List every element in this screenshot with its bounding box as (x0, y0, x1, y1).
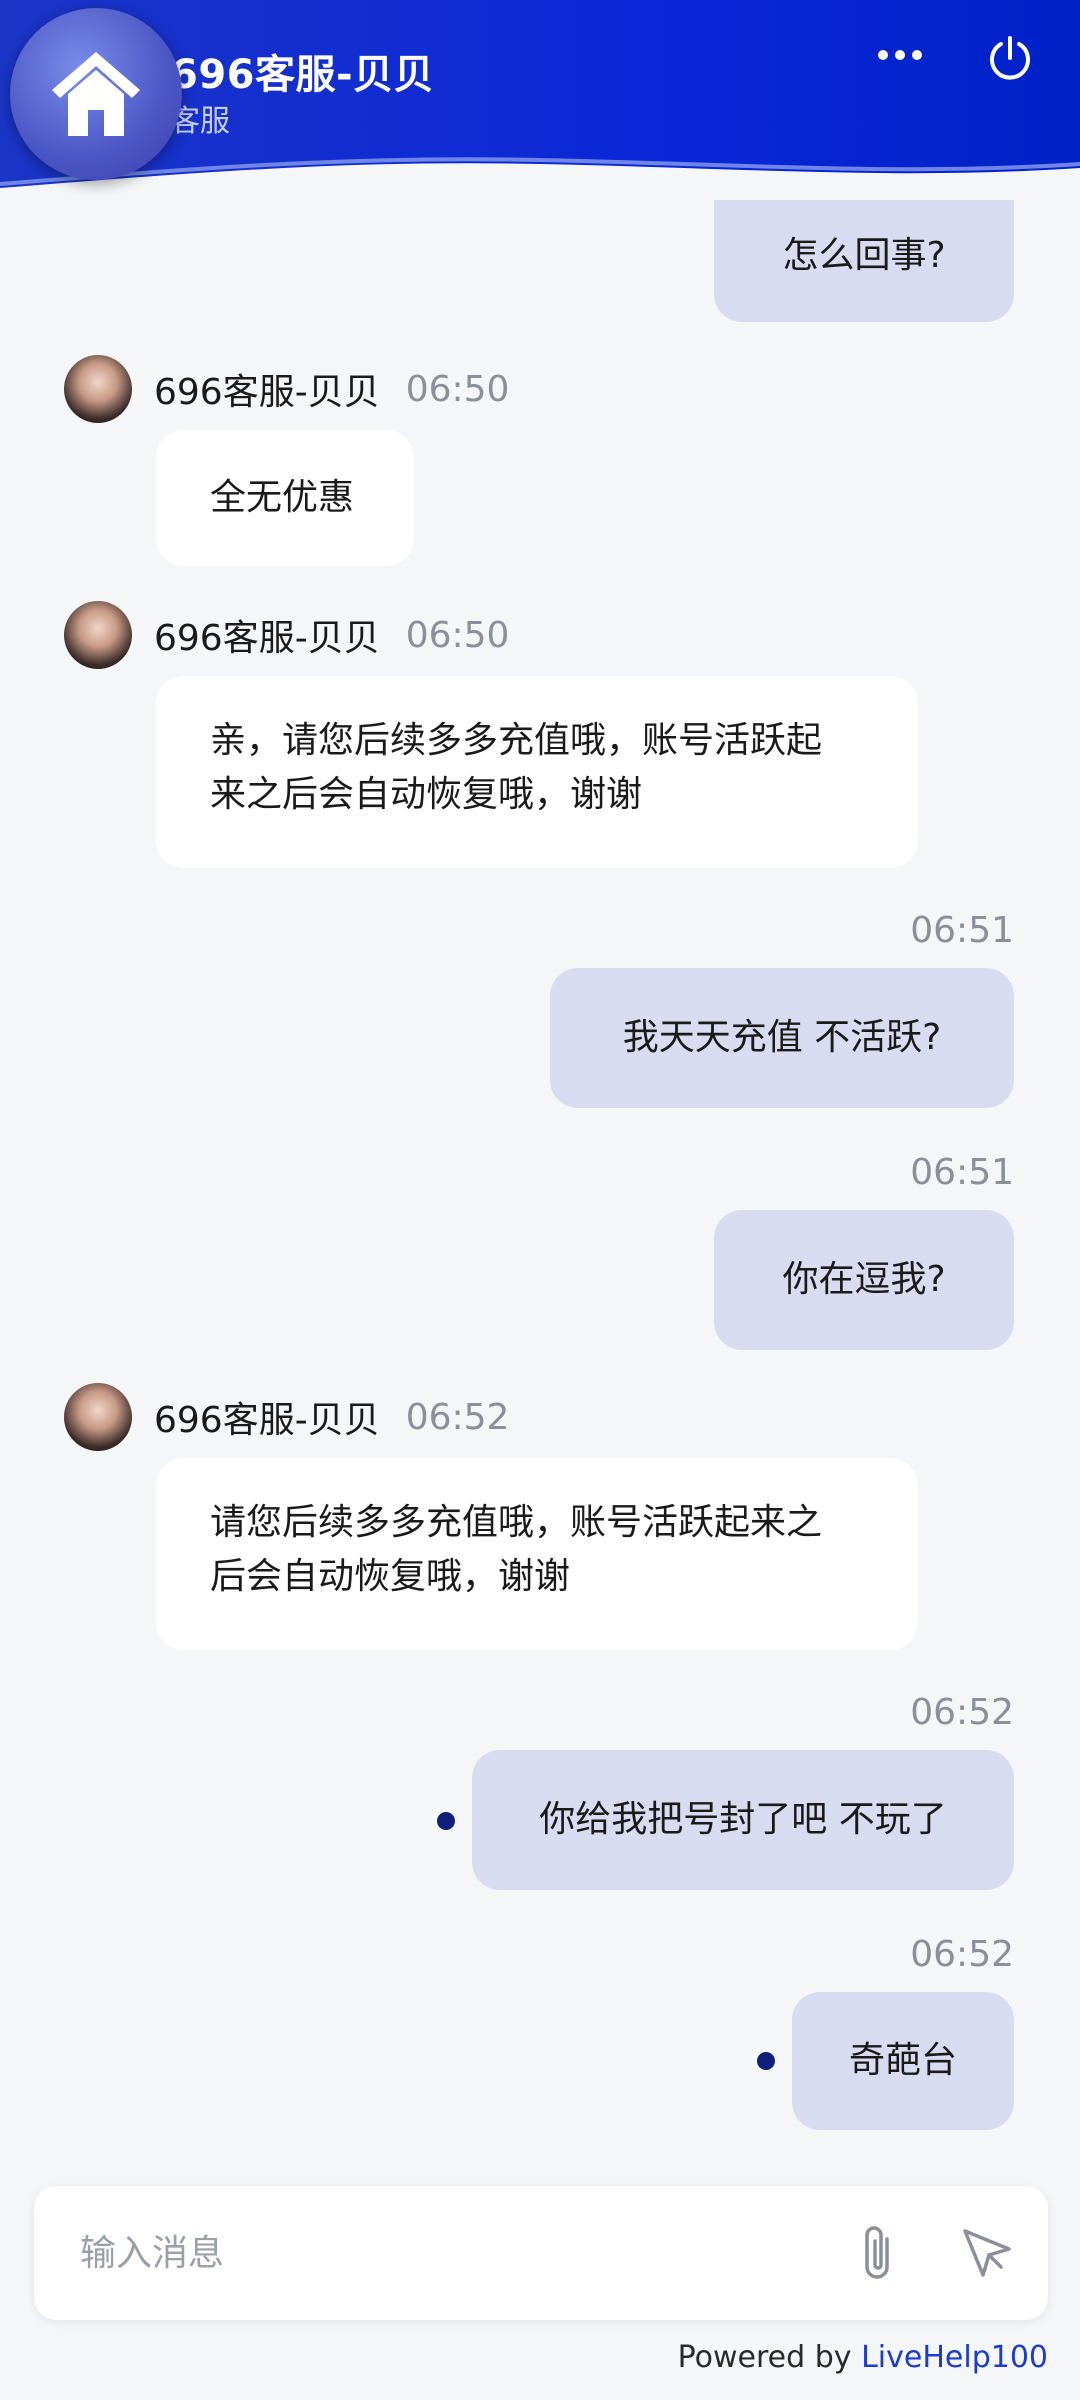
sender-name: 696客服-贝贝 (154, 372, 380, 413)
message-text-line: 请您后续多多充值哦，账号活跃起来之 (210, 1502, 823, 1543)
agent-message-bubble: 亲，请您后续多多充值哦，账号活跃起 来之后会自动恢复哦，谢谢 (156, 676, 918, 868)
agent-avatar (64, 601, 132, 669)
message-text: 全无优惠 (210, 477, 355, 518)
home-button[interactable] (10, 8, 182, 180)
chat-title: 696客服-贝贝 (170, 52, 435, 98)
send-button[interactable] (950, 2216, 1024, 2290)
message-composer (34, 2186, 1048, 2320)
agent-message-header: 696客服-贝贝 06:52 (64, 1382, 509, 1452)
agent-message-header: 696客服-贝贝 06:50 (64, 600, 509, 670)
power-button[interactable] (980, 28, 1040, 88)
user-message-bubble: 你在逗我? (714, 1210, 1014, 1350)
powered-by-footer: Powered by LiveHelp100 (678, 2340, 1048, 2375)
message-text-line: 后会自动恢复哦，谢谢 (210, 1556, 571, 1597)
powered-by-label: Powered by (677, 2340, 852, 2375)
message-time: 06:51 (910, 1152, 1014, 1193)
send-icon (963, 2229, 1011, 2277)
unread-status-dot (437, 1812, 455, 1830)
attach-button[interactable] (842, 2216, 916, 2290)
agent-message-bubble: 全无优惠 (156, 430, 414, 566)
home-icon (52, 52, 140, 136)
message-time: 06:50 (405, 614, 510, 656)
sender-name: 696客服-贝贝 (154, 618, 380, 659)
message-text: 怎么回事? (782, 235, 946, 276)
message-text: 奇葩台 (848, 2040, 957, 2081)
message-text-line: 来之后会自动恢复哦，谢谢 (210, 774, 643, 815)
message-text: 你在逗我? (782, 1259, 946, 1300)
message-input[interactable] (78, 2218, 838, 2288)
message-time: 06:50 (405, 368, 510, 410)
paperclip-icon (865, 2226, 889, 2279)
power-icon (990, 36, 1030, 80)
message-time: 06:51 (910, 910, 1014, 951)
agent-avatar (64, 355, 132, 423)
chat-messages: 怎么回事? 696客服-贝贝 06:50 全无优惠 696客服-贝贝 06:50… (0, 190, 1080, 2170)
message-text: 我天天充值 不活跃? (622, 1017, 942, 1058)
user-message-bubble: 奇葩台 (792, 1992, 1014, 2130)
message-text-line: 亲，请您后续多多充值哦，账号活跃起 (210, 720, 823, 761)
user-message-bubble: 怎么回事? (714, 190, 1014, 322)
unread-status-dot (757, 2052, 775, 2070)
header-wave-decoration (0, 157, 1080, 200)
brand-link[interactable]: LiveHelp100 (861, 2340, 1048, 2375)
sender-name: 696客服-贝贝 (154, 1400, 380, 1441)
user-message-bubble: 你给我把号封了吧 不玩了 (472, 1750, 1014, 1890)
user-message-bubble: 我天天充值 不活跃? (550, 968, 1014, 1108)
message-time: 06:52 (405, 1396, 510, 1438)
agent-message-header: 696客服-贝贝 06:50 (64, 354, 509, 424)
message-time: 06:52 (910, 1692, 1014, 1733)
more-horizontal-icon (878, 50, 922, 60)
agent-message-bubble: 请您后续多多充值哦，账号活跃起来之 后会自动恢复哦，谢谢 (156, 1458, 918, 1650)
message-text: 你给我把号封了吧 不玩了 (539, 1799, 947, 1840)
message-time: 06:52 (910, 1934, 1014, 1975)
more-button[interactable] (870, 30, 930, 80)
agent-avatar (64, 1383, 132, 1451)
